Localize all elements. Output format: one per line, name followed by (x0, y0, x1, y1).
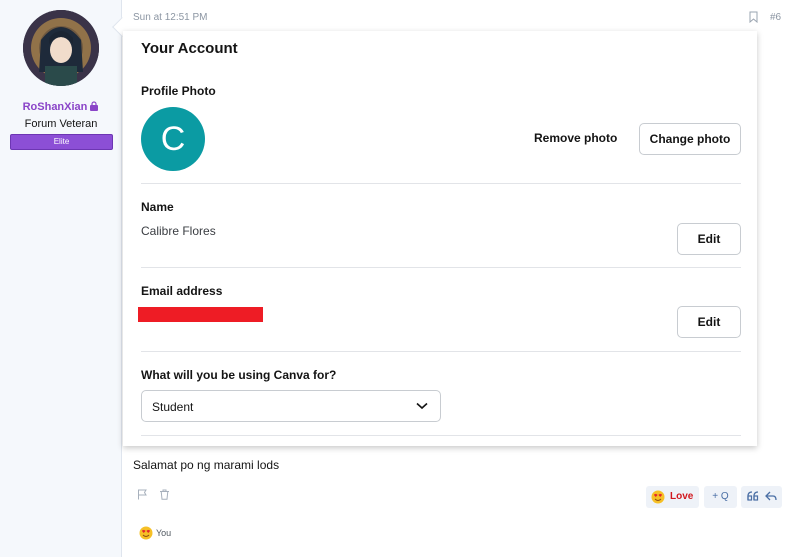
post-number[interactable]: #6 (770, 12, 781, 23)
love-reaction-label: Love (670, 491, 694, 502)
post-message: Salamat po ng marami lods (133, 458, 280, 472)
name-value: Calibre Flores (141, 224, 216, 238)
multi-quote-button[interactable]: + Q (704, 486, 737, 508)
user-banner: Elite (10, 134, 113, 150)
remove-photo-button[interactable]: Remove photo (534, 131, 617, 145)
love-emoji-icon (139, 526, 153, 540)
user-title: Forum Veteran (24, 118, 98, 130)
usage-select-value: Student (152, 400, 194, 414)
user-avatar[interactable] (23, 10, 99, 86)
username-text[interactable]: RoShanXian (23, 101, 88, 113)
divider (141, 351, 741, 352)
reply-button[interactable] (741, 486, 782, 508)
name-label: Name (141, 200, 174, 214)
love-reaction-button[interactable]: Love (646, 486, 699, 508)
quote-icon (747, 491, 759, 501)
account-card: Your Account Profile Photo C Remove phot… (123, 31, 757, 446)
usage-label: What will you be using Canva for? (141, 368, 337, 382)
email-redacted (138, 307, 263, 322)
lock-icon (90, 101, 99, 111)
divider (141, 435, 741, 436)
account-title: Your Account (141, 40, 238, 57)
bookmark-icon[interactable] (749, 11, 758, 23)
usage-select[interactable]: Student (141, 390, 441, 422)
user-column: RoShanXian Forum Veteran Elite (0, 0, 122, 557)
trash-icon[interactable] (159, 489, 170, 500)
reactions-list[interactable]: You (156, 528, 171, 538)
profile-photo-label: Profile Photo (141, 84, 216, 98)
edit-name-button[interactable]: Edit (677, 223, 741, 255)
flag-icon[interactable] (137, 489, 148, 500)
love-emoji-icon (651, 490, 665, 504)
edit-email-button[interactable]: Edit (677, 306, 741, 338)
username[interactable]: RoShanXian (0, 101, 122, 113)
reply-icon (765, 491, 777, 501)
chevron-down-icon (416, 402, 428, 410)
post-date[interactable]: Sun at 12:51 PM (133, 12, 208, 23)
profile-photo: C (141, 107, 205, 171)
change-photo-button[interactable]: Change photo (639, 123, 741, 155)
email-label: Email address (141, 284, 223, 298)
divider (141, 267, 741, 268)
divider (141, 183, 741, 184)
